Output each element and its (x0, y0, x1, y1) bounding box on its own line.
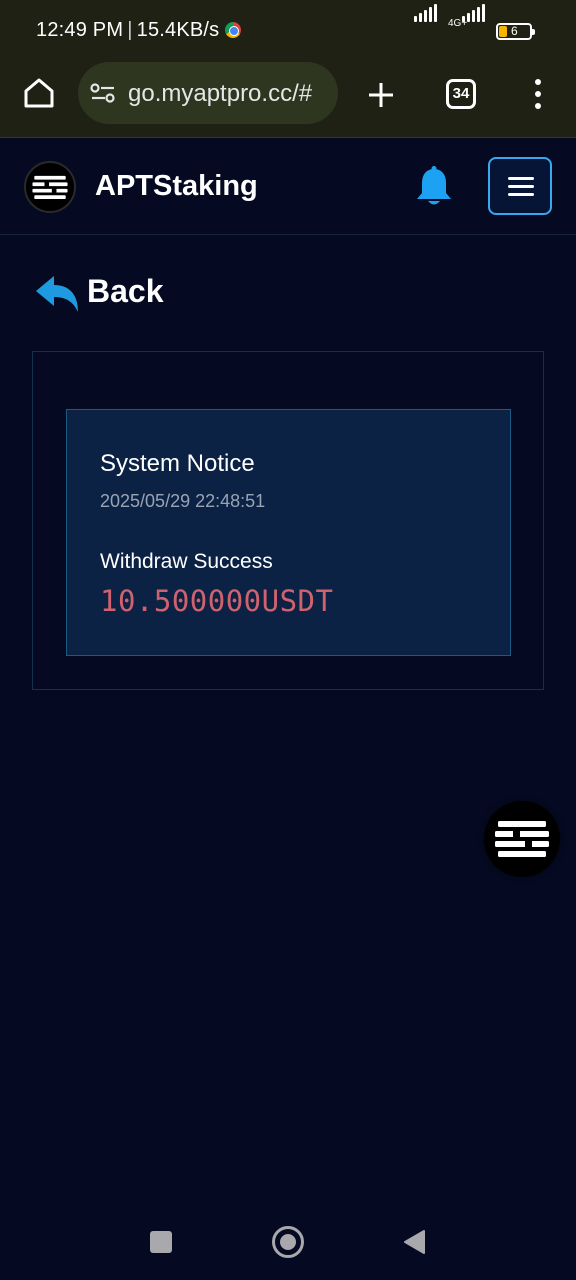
site-header: APTStaking (0, 139, 576, 235)
status-time: 12:49 PM (36, 19, 124, 41)
chrome-notification-icon (225, 22, 242, 38)
notice-title: System Notice (100, 450, 255, 477)
notice-card: System Notice 2025/05/29 22:48:51 Withdr… (66, 409, 511, 656)
address-bar[interactable]: go.myaptpro.cc/# (78, 62, 338, 124)
home-icon[interactable] (22, 76, 56, 110)
browser-menu-icon[interactable] (532, 79, 544, 109)
url-text[interactable]: go.myaptpro.cc/# (128, 80, 328, 108)
browser-toolbar: go.myaptpro.cc/# 34 (0, 62, 576, 138)
hamburger-menu-button[interactable] (488, 157, 552, 215)
status-bar: 12:49 PM | 15.4KB/s 4G+ 6 (0, 0, 576, 62)
tab-switcher-button[interactable]: 34 (446, 79, 476, 109)
bell-icon[interactable] (414, 166, 454, 208)
notice-amount: 10.500000USDT (100, 584, 334, 618)
recent-apps-icon[interactable] (150, 1231, 172, 1253)
notice-message: Withdraw Success (100, 550, 273, 573)
battery-icon: 6 (496, 23, 535, 40)
battery-level: 6 (511, 24, 518, 38)
home-nav-icon[interactable] (272, 1226, 304, 1258)
back-arrow-icon (36, 276, 78, 312)
notice-timestamp: 2025/05/29 22:48:51 (100, 491, 266, 511)
back-label: Back (87, 273, 164, 309)
new-tab-icon[interactable] (366, 80, 396, 110)
status-time-speed: 12:49 PM | 15.4KB/s (36, 19, 242, 42)
back-button[interactable]: Back (34, 270, 194, 318)
aptos-logo-icon[interactable] (24, 161, 76, 213)
site-title[interactable]: APTStaking (95, 170, 258, 203)
floating-support-button[interactable] (484, 801, 560, 877)
system-nav-bar (0, 1200, 576, 1280)
status-speed: 15.4KB/s (136, 19, 220, 41)
site-settings-icon[interactable] (90, 82, 116, 104)
back-nav-icon[interactable] (402, 1229, 426, 1255)
